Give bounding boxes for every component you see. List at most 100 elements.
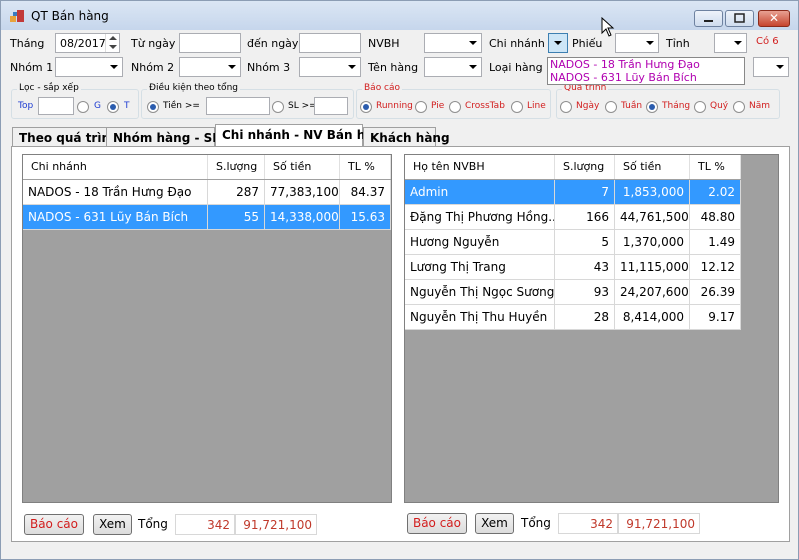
minimize-button[interactable] xyxy=(694,10,723,27)
tab-nhom-hang[interactable]: Nhóm hàng - SKUs xyxy=(106,127,238,147)
chevron-down-icon xyxy=(105,58,122,76)
table-cell: 14,338,000 xyxy=(265,205,340,230)
chi-nhanh-grid[interactable]: Chi nhánh S.lượng Số tiền TL % NADOS - 1… xyxy=(22,154,392,503)
table-cell: 77,383,100 xyxy=(265,180,340,205)
table-cell: 7 xyxy=(555,180,615,205)
extra-combo[interactable] xyxy=(753,57,789,77)
table-cell: 24,207,600 xyxy=(615,280,690,305)
tien-radio[interactable] xyxy=(147,101,159,113)
bao-cao-button-left[interactable]: Báo cáo xyxy=(24,514,84,535)
tinh-combo[interactable] xyxy=(714,33,747,53)
table-cell: 166 xyxy=(555,205,615,230)
title-bar: QT Bán hàng ✕ xyxy=(1,1,798,37)
phieu-combo[interactable] xyxy=(615,33,659,53)
ngay-radio[interactable] xyxy=(560,101,572,113)
nvbh-grid[interactable]: Họ tên NVBH S.lượng Số tiền TL % Admin 7… xyxy=(404,154,779,503)
nhom1-combo[interactable] xyxy=(55,57,123,77)
t-radio[interactable] xyxy=(107,101,119,113)
tong-label-right: Tổng xyxy=(521,516,551,530)
column-header[interactable]: Số tiền xyxy=(615,155,690,179)
chevron-down-icon xyxy=(223,58,240,76)
nam-label: Năm xyxy=(749,101,771,111)
chevron-down-icon xyxy=(343,58,360,76)
table-cell: 9.17 xyxy=(690,305,741,330)
table-cell: 43 xyxy=(555,255,615,280)
tab-khach-hang[interactable]: Khách hàng xyxy=(363,127,450,147)
ten-hang-combo[interactable] xyxy=(424,57,482,77)
line-label: Line xyxy=(527,101,546,111)
tu-ngay-label: Từ ngày xyxy=(131,37,176,50)
quy-radio[interactable] xyxy=(694,101,706,113)
nhom3-label: Nhóm 3 xyxy=(247,61,291,74)
nhom2-combo[interactable] xyxy=(179,57,241,77)
chi-nhanh-label: Chi nhánh xyxy=(489,37,545,50)
tab-theo-qua-trinh[interactable]: Theo quá trình xyxy=(12,127,119,147)
den-ngay-input[interactable] xyxy=(299,33,361,53)
table-cell: Lương Thị Trang xyxy=(405,255,555,280)
thang-input[interactable]: 08/2017 xyxy=(55,33,120,53)
thang-radio[interactable] xyxy=(646,101,658,113)
table-cell: Admin xyxy=(405,180,555,205)
nvbh-label: NVBH xyxy=(368,37,400,50)
column-header[interactable]: S.lượng xyxy=(555,155,615,179)
maximize-button[interactable] xyxy=(725,10,754,27)
dropdown-option[interactable]: NADOS - 18 Trần Hưng Đạo xyxy=(550,58,700,71)
table-cell: Hương Nguyễn xyxy=(405,230,555,255)
tab-chi-nhanh-nv[interactable]: Chi nhánh - NV Bán hàng xyxy=(215,124,391,147)
column-header[interactable]: Chi nhánh xyxy=(23,155,208,179)
xem-button-right[interactable]: Xem xyxy=(475,513,514,534)
window-title: QT Bán hàng xyxy=(31,9,109,23)
sl-radio[interactable] xyxy=(272,101,284,113)
column-header[interactable]: Số tiền xyxy=(265,155,340,179)
tinh-label: Tỉnh xyxy=(666,37,690,50)
tu-ngay-input[interactable] xyxy=(179,33,241,53)
table-cell: 44,761,500 xyxy=(615,205,690,230)
nhom3-combo[interactable] xyxy=(299,57,361,77)
table-cell: Đặng Thị Phương Hồng... xyxy=(405,205,555,230)
table-cell: 1,853,000 xyxy=(615,180,690,205)
table-cell: 5 xyxy=(555,230,615,255)
top-label: Top xyxy=(18,101,34,111)
running-radio[interactable] xyxy=(360,101,372,113)
tuan-radio[interactable] xyxy=(605,101,617,113)
table-cell: Nguyễn Thị Thu Huyền xyxy=(405,305,555,330)
bao-cao-button-right[interactable]: Báo cáo xyxy=(407,513,467,534)
tien-label: Tiền >= xyxy=(163,101,200,111)
ngay-label: Ngày xyxy=(576,101,600,111)
close-button[interactable]: ✕ xyxy=(758,10,790,27)
g-radio[interactable] xyxy=(77,101,89,113)
nvbh-combo[interactable] xyxy=(424,33,482,53)
chi-nhanh-combo[interactable] xyxy=(548,33,568,53)
table-cell: 15.63 xyxy=(340,205,391,230)
app-icon xyxy=(10,10,24,22)
column-header[interactable]: TL % xyxy=(690,155,741,179)
column-header[interactable]: S.lượng xyxy=(208,155,265,179)
xem-button-left[interactable]: Xem xyxy=(93,514,132,535)
table-cell: 28 xyxy=(555,305,615,330)
qua-trinh-group: Quá trình Ngày Tuần Tháng Quý Năm xyxy=(556,83,780,119)
sl-label: SL >= xyxy=(288,101,317,111)
table-cell: 93 xyxy=(555,280,615,305)
line-radio[interactable] xyxy=(511,101,523,113)
table-cell: 2.02 xyxy=(690,180,741,205)
top-input[interactable] xyxy=(38,97,74,115)
thang-spinner[interactable] xyxy=(105,34,119,52)
g-label: G xyxy=(94,101,101,111)
running-label: Running xyxy=(376,101,413,111)
column-header[interactable]: Họ tên NVBH xyxy=(405,155,555,179)
bao-cao-group: Báo cáo Running Pie CrossTab Line xyxy=(356,83,551,119)
nhom1-label: Nhóm 1 xyxy=(10,61,54,74)
table-cell: 1,370,000 xyxy=(615,230,690,255)
nam-radio[interactable] xyxy=(733,101,745,113)
thang-value: 08/2017 xyxy=(60,37,106,50)
nhom2-label: Nhóm 2 xyxy=(131,61,175,74)
crosstab-radio[interactable] xyxy=(449,101,461,113)
tien-input[interactable] xyxy=(206,97,270,115)
sl-input[interactable] xyxy=(314,97,348,115)
table-cell: 11,115,000 xyxy=(615,255,690,280)
total-qty-right: 342 xyxy=(558,513,618,534)
pie-radio[interactable] xyxy=(415,101,427,113)
co-label: Có 6 xyxy=(756,36,779,47)
column-header[interactable]: TL % xyxy=(340,155,391,179)
dropdown-option[interactable]: NADOS - 631 Lũy Bán Bích xyxy=(550,71,697,84)
